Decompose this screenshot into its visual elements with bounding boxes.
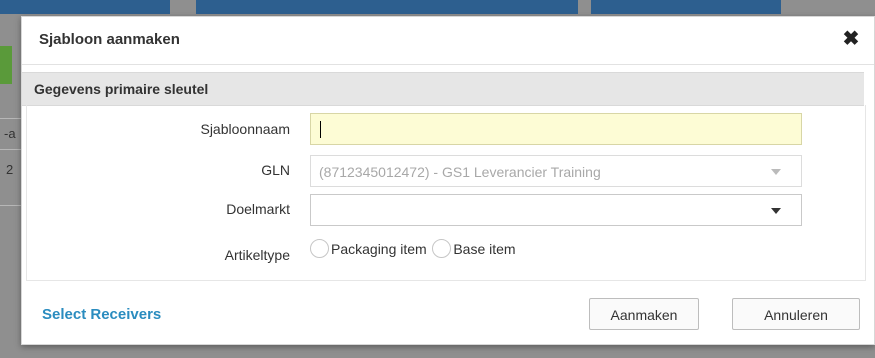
create-button[interactable]: Aanmaken [589, 298, 699, 330]
radio-packaging-item[interactable]: Packaging item [310, 239, 427, 258]
cancel-button[interactable]: Annuleren [732, 298, 860, 330]
bg-toolbar-button [196, 0, 578, 14]
chevron-down-icon [771, 208, 781, 214]
radio-label: Base item [453, 240, 516, 257]
radio-label: Packaging item [331, 240, 427, 257]
radio-base-item[interactable]: Base item [432, 239, 516, 258]
article-type-radio-group: Packaging item Base item [310, 239, 518, 261]
template-name-label: Sjabloonnaam [200, 121, 290, 137]
target-market-label: Doelmarkt [226, 201, 290, 217]
chevron-down-icon [771, 169, 781, 175]
select-receivers-link[interactable]: Select Receivers [42, 306, 161, 323]
section-title: Gegevens primaire sleutel [34, 81, 209, 97]
dialog-title: Sjabloon aanmaken [39, 31, 180, 48]
dialog-footer: Select Receivers Aanmaken Annuleren [22, 285, 874, 344]
text-cursor [320, 121, 321, 138]
gln-label: GLN [261, 162, 290, 178]
bg-green-button [0, 46, 12, 84]
template-name-input[interactable] [310, 113, 802, 145]
article-type-label: Artikeltype [224, 247, 290, 263]
gln-select[interactable]: (8712345012472) - GS1 Leverancier Traini… [310, 155, 802, 187]
create-template-dialog: Sjabloon aanmaken ✖ Gegevens primaire sl… [21, 16, 875, 345]
bg-toolbar-button [591, 0, 781, 14]
gln-value: (8712345012472) - GS1 Leverancier Traini… [319, 164, 601, 180]
bg-toolbar-button [0, 0, 170, 14]
bg-text: -a [4, 126, 16, 141]
section-header: Gegevens primaire sleutel [22, 72, 864, 106]
bg-text: 2 [6, 162, 14, 177]
radio-circle-icon[interactable] [432, 239, 452, 258]
primary-key-form: Sjabloonnaam GLN (8712345012472) - GS1 L… [26, 105, 866, 281]
radio-circle-icon[interactable] [310, 239, 329, 258]
target-market-select[interactable] [310, 194, 802, 226]
close-icon[interactable]: ✖ [842, 28, 860, 50]
dialog-header: Sjabloon aanmaken ✖ [22, 17, 874, 65]
